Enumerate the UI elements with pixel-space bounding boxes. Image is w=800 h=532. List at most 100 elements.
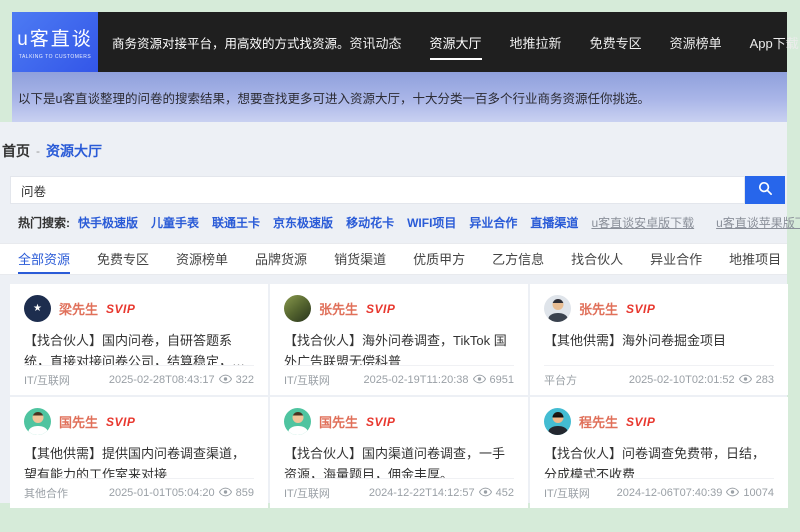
- tab-find-partner[interactable]: 找合伙人: [571, 244, 623, 274]
- breadcrumb-current: 资源大厅: [46, 143, 102, 159]
- tab-ground-project[interactable]: 地推项目: [729, 244, 781, 274]
- tab-partyb-info[interactable]: 乙方信息: [492, 244, 544, 274]
- card-time: 2025-01-01T05:04:20: [108, 487, 215, 499]
- card-category: 平台方: [544, 375, 577, 387]
- ios-download-link[interactable]: u客直谈苹果版下载: [716, 214, 800, 231]
- hot-search-link[interactable]: 京东极速版: [273, 214, 333, 231]
- logo-title: u客直谈: [17, 29, 93, 50]
- tab-all-resources[interactable]: 全部资源: [18, 244, 71, 274]
- view-count: 283: [755, 374, 774, 386]
- resource-card[interactable]: 张先生 SVIP 【其他供需】海外问卷掘金项目 平台方 2025-02-10T0…: [530, 284, 788, 395]
- hot-search-link[interactable]: WIFI项目: [407, 214, 456, 231]
- card-header: ★ 梁先生 SVIP: [24, 295, 254, 322]
- member-name: 梁先生: [59, 302, 99, 317]
- resource-card[interactable]: 张先生 SVIP 【找合伙人】海外问卷调查，TikTok 国外广告联盟无偿科普 …: [270, 284, 528, 395]
- tab-free-zone[interactable]: 免费专区: [97, 244, 149, 274]
- card-header: 程先生 SVIP: [544, 408, 774, 435]
- eye-icon: [738, 374, 752, 387]
- main-nav: 资讯动态 资源大厅 地推拉新 免费专区 资源榜单 App下载: [350, 25, 800, 60]
- hot-search-link[interactable]: 快手极速版: [78, 214, 138, 231]
- search-input[interactable]: [10, 176, 745, 204]
- resource-card-grid: ★ 梁先生 SVIP 【找合伙人】国内问卷，自研答题系统，直接对接问卷公司，结算…: [10, 284, 788, 508]
- card-title[interactable]: 【其他供需】海外问卷掘金项目: [544, 331, 774, 352]
- search-button[interactable]: [745, 176, 785, 204]
- suit-man-avatar: [544, 295, 571, 322]
- card-title[interactable]: 【找合伙人】国内问卷，自研答题系统，直接对接问卷公司，结算稳定，无需购买流量: [24, 331, 254, 365]
- resource-card[interactable]: 国先生 SVIP 【其他供需】提供国内问卷调查渠道，望有能力的工作室来对接 其他…: [10, 397, 268, 508]
- tab-cross-industry[interactable]: 异业合作: [650, 244, 702, 274]
- view-count: 322: [235, 374, 254, 386]
- card-title[interactable]: 【其他供需】提供国内问卷调查渠道，望有能力的工作室来对接: [24, 444, 254, 478]
- hot-search-link[interactable]: 异业合作: [469, 214, 517, 231]
- hot-search-label: 热门搜索:: [18, 216, 70, 230]
- view-count: 859: [235, 487, 254, 499]
- svip-badge: SVIP: [366, 414, 396, 429]
- nav-item-resource-hall[interactable]: 资源大厅: [429, 25, 482, 60]
- breadcrumb-home-link[interactable]: 首页: [2, 141, 30, 161]
- card-time: 2024-12-06T07:40:39: [616, 487, 723, 499]
- notice-banner: 以下是u客直谈整理的问卷的搜索结果，想要查找更多可进入资源大厅，十大分类一百多个…: [12, 72, 787, 122]
- card-header: 国先生 SVIP: [24, 408, 254, 435]
- site-logo[interactable]: u客直谈 TALKING TO CUSTOMERS: [12, 12, 98, 72]
- member-name: 国先生: [59, 415, 99, 430]
- svip-badge: SVIP: [106, 301, 136, 316]
- card-title[interactable]: 【找合伙人】国内渠道问卷调查，一手资源，海量题目，佣金丰厚。: [284, 444, 514, 478]
- card-footer: 平台方 2025-02-10T02:01:52 283: [544, 365, 774, 388]
- nav-item-free-zone[interactable]: 免费专区: [590, 25, 642, 60]
- logo-subtitle: TALKING TO CUSTOMERS: [18, 54, 92, 60]
- resource-card[interactable]: 程先生 SVIP 【找合伙人】问卷调查免费带，日结，分成模式不收费 IT/互联网…: [530, 397, 788, 508]
- card-time: 2025-02-19T11:20:38: [363, 374, 469, 386]
- tab-resource-ranking[interactable]: 资源榜单: [176, 244, 228, 274]
- svip-badge: SVIP: [106, 414, 136, 429]
- content-area: 首页 - 资源大厅 热门搜索: 快手极速版 儿童手表 联通王卡 京东极速版 移动…: [0, 122, 800, 508]
- member-name: 张先生: [319, 302, 359, 317]
- card-footer: IT/互联网 2025-02-28T08:43:17 322: [24, 365, 254, 388]
- view-count: 452: [495, 487, 514, 499]
- star-logo-avatar: ★: [24, 295, 51, 322]
- category-tabbar: 全部资源 免费专区 资源榜单 品牌货源 销货渠道 优质甲方 乙方信息 找合伙人 …: [0, 243, 787, 275]
- svip-badge: SVIP: [366, 301, 396, 316]
- eye-icon: [478, 487, 492, 500]
- card-footer: IT/互联网 2025-02-19T11:20:38 6951: [284, 365, 514, 388]
- android-download-link[interactable]: u客直谈安卓版下载: [591, 214, 694, 231]
- card-category: IT/互联网: [284, 375, 330, 387]
- card-title[interactable]: 【找合伙人】问卷调查免费带，日结，分成模式不收费: [544, 444, 774, 478]
- hot-search-link[interactable]: 移动花卡: [346, 214, 394, 231]
- view-count: 10074: [743, 487, 774, 499]
- card-time: 2024-12-22T14:12:57: [368, 487, 475, 499]
- breadcrumb-separator: -: [36, 144, 40, 158]
- tab-brand-supply[interactable]: 品牌货源: [255, 244, 307, 274]
- search-icon: [758, 181, 773, 199]
- card-category: IT/互联网: [284, 488, 330, 500]
- app-download-links: u客直谈安卓版下载 u客直谈苹果版下载: [591, 214, 800, 231]
- site-tagline: 商务资源对接平台，用高效的方式找资源。: [112, 36, 350, 51]
- tab-quality-partya[interactable]: 优质甲方: [413, 244, 465, 274]
- tab-sales-channel[interactable]: 销货渠道: [334, 244, 386, 274]
- hot-search-row: 热门搜索: 快手极速版 儿童手表 联通王卡 京东极速版 移动花卡 WIFI项目 …: [18, 214, 800, 231]
- cartoon-sunglasses-avatar: [544, 408, 571, 435]
- eye-icon: [218, 487, 232, 500]
- notice-text: 以下是u客直谈整理的问卷的搜索结果，想要查找更多可进入资源大厅，十大分类一百多个…: [18, 91, 650, 106]
- resource-card[interactable]: 国先生 SVIP 【找合伙人】国内渠道问卷调查，一手资源，海量题目，佣金丰厚。 …: [270, 397, 528, 508]
- card-category: IT/互联网: [544, 488, 590, 500]
- resource-card[interactable]: ★ 梁先生 SVIP 【找合伙人】国内问卷，自研答题系统，直接对接问卷公司，结算…: [10, 284, 268, 395]
- svip-badge: SVIP: [626, 301, 656, 316]
- card-footer: IT/互联网 2024-12-22T14:12:57 452: [284, 478, 514, 501]
- view-count: 6951: [489, 374, 514, 386]
- card-time: 2025-02-28T08:43:17: [108, 374, 215, 386]
- hot-search-link[interactable]: 儿童手表: [151, 214, 199, 231]
- eye-icon: [218, 374, 232, 387]
- top-header: u客直谈 TALKING TO CUSTOMERS 商务资源对接平台，用高效的方…: [12, 12, 799, 72]
- card-title[interactable]: 【找合伙人】海外问卷调查，TikTok 国外广告联盟无偿科普: [284, 331, 514, 365]
- hot-search-link[interactable]: 联通王卡: [212, 214, 260, 231]
- hot-search-link[interactable]: 直播渠道: [530, 214, 578, 231]
- card-header: 国先生 SVIP: [284, 408, 514, 435]
- member-name: 程先生: [579, 415, 619, 430]
- nav-item-ground-promotion[interactable]: 地推拉新: [510, 25, 562, 60]
- card-category: IT/互联网: [24, 375, 70, 387]
- nav-item-resource-ranking[interactable]: 资源榜单: [670, 25, 722, 60]
- photo-avatar: [284, 295, 311, 322]
- nav-item-app-download[interactable]: App下载: [750, 25, 799, 60]
- nav-item-news[interactable]: 资讯动态: [350, 25, 402, 60]
- search-bar: [10, 176, 787, 204]
